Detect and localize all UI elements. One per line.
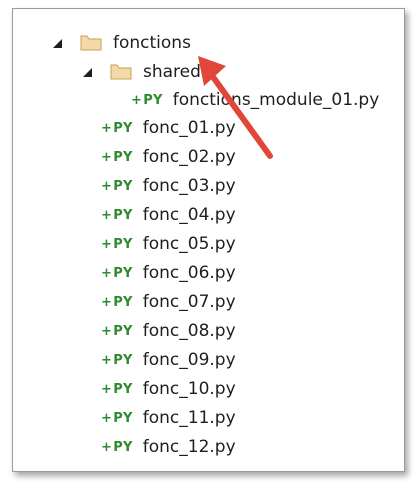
tree-item-file[interactable]: +PY fonc_12.py [101, 434, 236, 460]
tree-item-file[interactable]: +PY fonc_07.py [101, 289, 236, 315]
python-file-icon: +PY [101, 439, 133, 455]
folder-icon [80, 35, 102, 51]
file-label: fonc_08.py [142, 321, 236, 341]
file-label: fonc_12.py [142, 437, 236, 457]
file-label: fonc_05.py [142, 234, 236, 254]
tree-item-file[interactable]: +PY fonc_11.py [101, 405, 236, 431]
tree-item-shared-folder[interactable]: shared [83, 59, 201, 85]
expanded-arrow-icon[interactable] [83, 67, 92, 77]
python-file-icon: +PY [101, 381, 133, 397]
tree-item-fonctions-folder[interactable]: fonctions [53, 30, 191, 56]
expanded-arrow-icon[interactable] [53, 38, 62, 48]
tree-item-file[interactable]: +PY fonc_06.py [101, 260, 236, 286]
python-file-icon: +PY [101, 323, 133, 339]
python-file-icon: +PY [101, 265, 133, 281]
python-file-icon: +PY [101, 294, 133, 310]
file-label: fonc_07.py [142, 292, 236, 312]
python-file-icon: +PY [101, 207, 133, 223]
folder-icon [110, 64, 132, 80]
folder-label: fonctions [113, 33, 191, 53]
python-file-icon: +PY [101, 120, 133, 136]
tree-item-file[interactable]: +PY fonc_09.py [101, 347, 236, 373]
tree-item-file[interactable]: +PY fonc_04.py [101, 202, 236, 228]
python-file-icon: +PY [101, 178, 133, 194]
file-label: fonc_03.py [142, 176, 236, 196]
file-label: fonc_11.py [142, 408, 236, 428]
file-label: fonc_04.py [142, 205, 236, 225]
python-file-icon: +PY [101, 236, 133, 252]
tree-item-file[interactable]: +PY fonc_05.py [101, 231, 236, 257]
file-label: fonc_10.py [142, 379, 236, 399]
tree-item-file[interactable]: +PY fonc_03.py [101, 173, 236, 199]
python-file-icon: +PY [101, 352, 133, 368]
python-file-icon: +PY [101, 410, 133, 426]
python-file-icon: +PY [131, 92, 163, 108]
file-label: fonc_06.py [142, 263, 236, 283]
file-label: fonc_09.py [142, 350, 236, 370]
annotation-arrow-icon [198, 56, 273, 159]
tree-item-file[interactable]: +PY fonc_10.py [101, 376, 236, 402]
tree-item-file[interactable]: +PY fonc_08.py [101, 318, 236, 344]
python-file-icon: +PY [101, 149, 133, 165]
